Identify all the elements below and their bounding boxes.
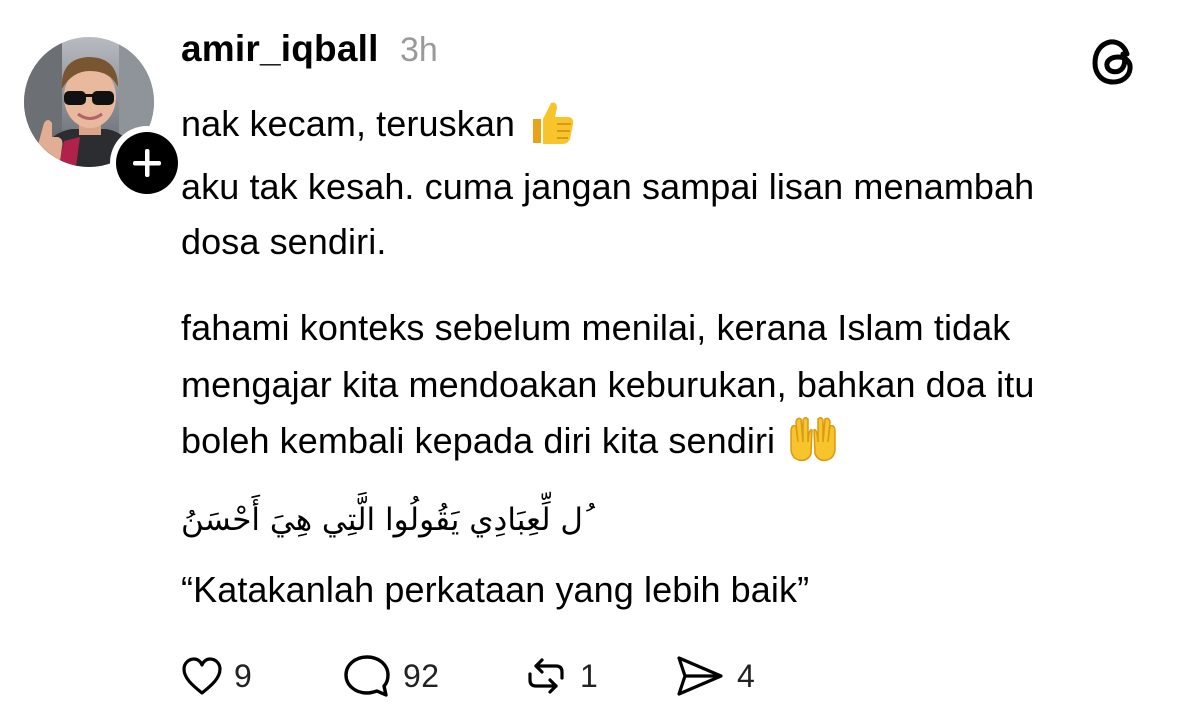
palms-up-emoji — [787, 414, 837, 464]
post-text-line-3: dosa sendiri. — [181, 221, 387, 262]
thumbs-up-emoji — [527, 97, 577, 147]
post-text-line-1: nak kecam, teruskan — [181, 102, 577, 147]
reply-button[interactable]: 92 — [341, 648, 440, 704]
arabic-verse: ُل لِّعِبَادِي يَقُولُوا الَّتِي هِيَ أَ… — [181, 502, 583, 538]
post-text: boleh kembali kepada diri kita sendiri — [181, 420, 776, 461]
post-text-line-4: fahami konteks sebelum menilai, kerana I… — [181, 307, 1011, 348]
repost-count: 1 — [580, 657, 599, 694]
like-button[interactable]: 9 — [180, 648, 252, 704]
follow-button[interactable] — [107, 123, 187, 203]
avatar-container[interactable] — [24, 37, 184, 200]
reply-count: 92 — [403, 657, 440, 694]
thread-post: amir_iqball 3h nak kecam, teruskan aku t… — [0, 0, 1179, 728]
post-text: nak kecam, teruskan — [181, 103, 516, 144]
repost-icon — [528, 658, 564, 694]
repost-button[interactable]: 1 — [522, 648, 598, 704]
share-count: 4 — [737, 657, 756, 694]
post-timestamp: 3h — [400, 31, 438, 69]
translation-text: “Katakanlah perkataan yang lebih baik” — [181, 569, 810, 610]
threads-logo-icon[interactable] — [1089, 36, 1141, 88]
heart-icon — [182, 657, 222, 695]
plus-icon — [110, 126, 184, 200]
post-text-line-6: boleh kembali kepada diri kita sendiri — [181, 417, 837, 464]
comment-bubble-icon — [344, 655, 390, 697]
send-icon — [677, 656, 723, 696]
username[interactable]: amir_iqball — [181, 28, 379, 70]
share-button[interactable]: 4 — [673, 648, 755, 704]
like-count: 9 — [234, 657, 253, 694]
post-text-line-5: mengajar kita mendoakan keburukan, bahka… — [181, 364, 1035, 405]
post-text-line-2: aku tak kesah. cuma jangan sampai lisan … — [181, 166, 1035, 207]
